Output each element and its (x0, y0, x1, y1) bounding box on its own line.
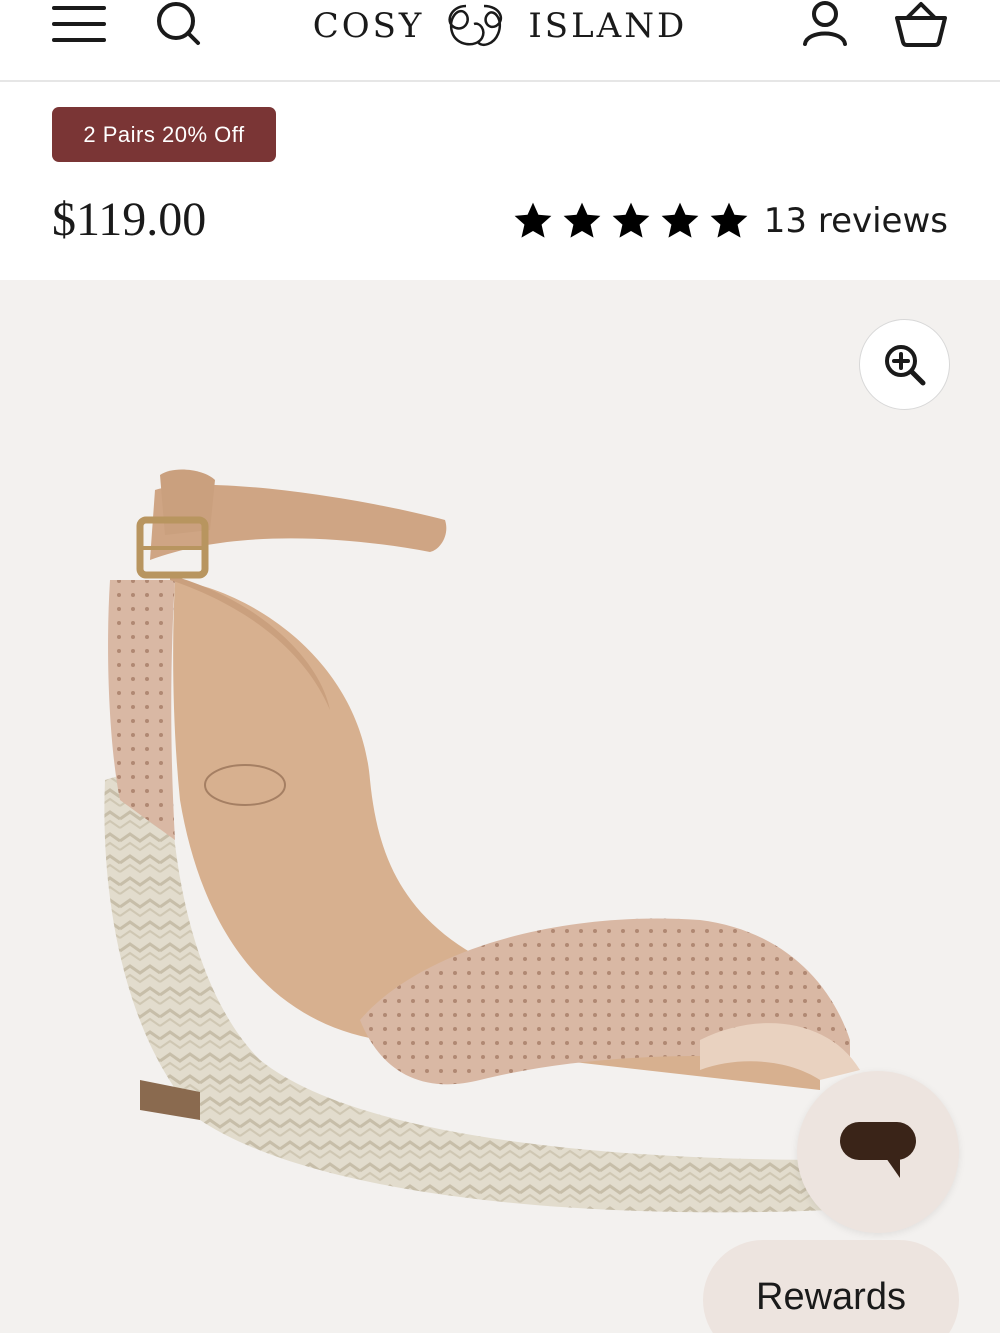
promo-badge: 2 Pairs 20% Off (52, 107, 276, 162)
brand-logo[interactable]: COSY ISLAND (300, 0, 700, 56)
zoom-button[interactable] (859, 319, 950, 410)
star-icon (514, 202, 552, 238)
logo-text-left: COSY (312, 6, 425, 46)
product-rating[interactable]: 13 reviews (512, 200, 948, 242)
rating-stars (512, 200, 750, 242)
search-icon[interactable] (154, 0, 204, 46)
chat-bubble-icon (840, 1122, 916, 1178)
star-icon (563, 202, 601, 238)
user-icon[interactable] (800, 0, 850, 48)
star-icon (612, 202, 650, 238)
logo-text-right: ISLAND (528, 6, 688, 46)
hamburger-menu-icon[interactable] (52, 4, 108, 44)
basket-icon[interactable] (893, 0, 949, 48)
zoom-in-icon (884, 344, 925, 385)
star-icon (710, 202, 748, 238)
rewards-button[interactable]: Rewards (703, 1240, 959, 1333)
site-header: COSY ISLAND (0, 0, 1000, 82)
review-count-link[interactable]: 13 reviews (764, 201, 948, 241)
product-price: $119.00 (52, 193, 207, 246)
chat-button[interactable] (797, 1071, 959, 1233)
logo-monogram-icon (448, 4, 503, 46)
star-icon (661, 202, 699, 238)
